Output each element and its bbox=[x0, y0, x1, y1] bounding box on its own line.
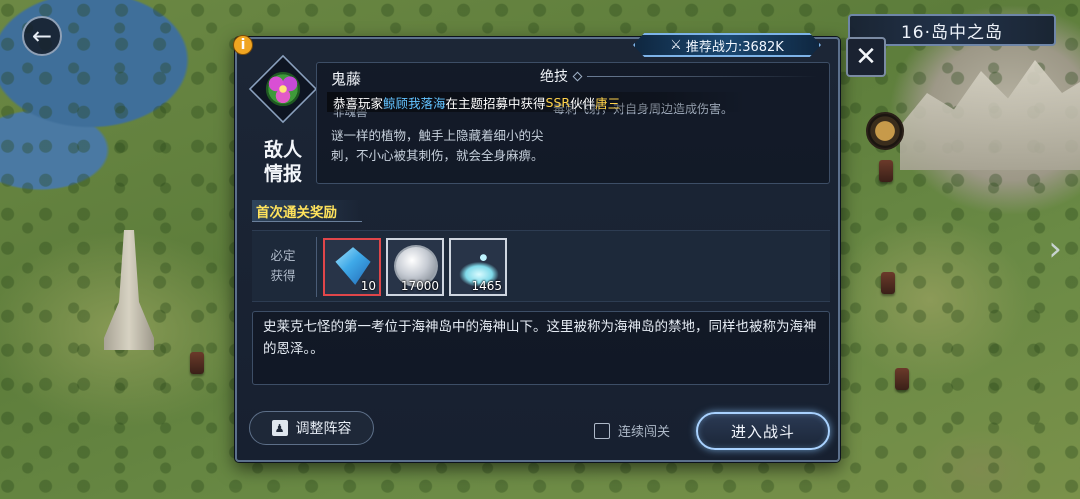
ticker-username: 鲸顾我落海 bbox=[383, 95, 446, 111]
first-clear-reward-title: 首次通关奖励 bbox=[252, 200, 362, 222]
enemy-description: 谜一样的植物，触手上隐藏着细小的尖刺，不小心被其刺伤，就会全身麻痹。 bbox=[331, 128, 544, 163]
map-enemy-unit[interactable] bbox=[879, 160, 893, 182]
reward-quantity: 17000 bbox=[400, 279, 439, 293]
back-arrow-icon: ← bbox=[31, 22, 53, 50]
map-enemy-unit[interactable] bbox=[895, 368, 909, 390]
next-area-arrow-icon[interactable]: › bbox=[1048, 232, 1062, 266]
enter-battle-button[interactable]: 进入战斗 bbox=[696, 412, 830, 450]
auto-clear-label: 连续闯关 bbox=[618, 425, 671, 440]
stage-lore-text: 史莱克七怪的第一考位于海神岛中的海神山下。这里被称为海神岛的禁地，同样也被称为海… bbox=[252, 311, 830, 385]
reward-quantity: 10 bbox=[360, 279, 376, 293]
crossed-swords-icon: ⚔ bbox=[670, 37, 682, 53]
recommended-power-text: 推荐战力:3682K bbox=[685, 39, 784, 55]
skill-header: 绝技 bbox=[540, 66, 817, 86]
map-enemy-unit[interactable] bbox=[881, 272, 895, 294]
lineup-icon: ♟ bbox=[271, 420, 288, 436]
enemy-name: 鬼藤 bbox=[331, 70, 362, 88]
auto-clear-checkbox[interactable]: 连续闯关 bbox=[594, 421, 670, 440]
recommended-power-badge: ⚔ 推荐战力:3682K bbox=[633, 33, 821, 57]
close-button[interactable]: ✕ bbox=[846, 37, 886, 77]
map-enemy-unit[interactable] bbox=[190, 352, 204, 374]
skill-header-rule bbox=[587, 75, 817, 77]
map-stage-marker[interactable] bbox=[866, 112, 904, 150]
diamond-divider-icon bbox=[572, 71, 583, 81]
broadcast-ticker: 恭喜玩家 鲸顾我落海 在主题招募中获得 SSR 伙伴 唐三 bbox=[327, 92, 747, 112]
skill-header-label: 绝技 bbox=[540, 69, 568, 85]
ticker-partner-word: 伙伴 bbox=[570, 95, 596, 111]
reward-divider bbox=[316, 237, 317, 297]
enter-battle-label: 进入战斗 bbox=[730, 422, 795, 441]
enemy-info-title: 敌人 情报 bbox=[263, 139, 302, 185]
reward-item-silver-coin[interactable]: 17000 bbox=[386, 238, 444, 296]
enemy-flower-icon bbox=[265, 71, 301, 107]
back-button[interactable]: ← bbox=[22, 16, 62, 56]
info-icon[interactable]: i bbox=[233, 35, 253, 55]
reward-item-crystal-dust[interactable]: 1465 bbox=[449, 238, 507, 296]
ticker-prefix: 恭喜玩家 bbox=[333, 95, 384, 111]
reward-quantity: 1465 bbox=[471, 279, 502, 293]
guaranteed-label: 必定获得 bbox=[270, 248, 296, 283]
ticker-hero: 唐三 bbox=[595, 95, 621, 111]
reward-item-diamond[interactable]: 10 bbox=[323, 238, 381, 296]
ticker-middle: 在主题招募中获得 bbox=[445, 95, 546, 111]
checkbox-icon[interactable] bbox=[594, 422, 610, 439]
close-icon: ✕ bbox=[855, 42, 877, 72]
adjust-lineup-label: 调整阵容 bbox=[295, 421, 352, 437]
ticker-rarity: SSR bbox=[545, 94, 571, 110]
adjust-lineup-button[interactable]: ♟ 调整阵容 bbox=[249, 411, 374, 445]
